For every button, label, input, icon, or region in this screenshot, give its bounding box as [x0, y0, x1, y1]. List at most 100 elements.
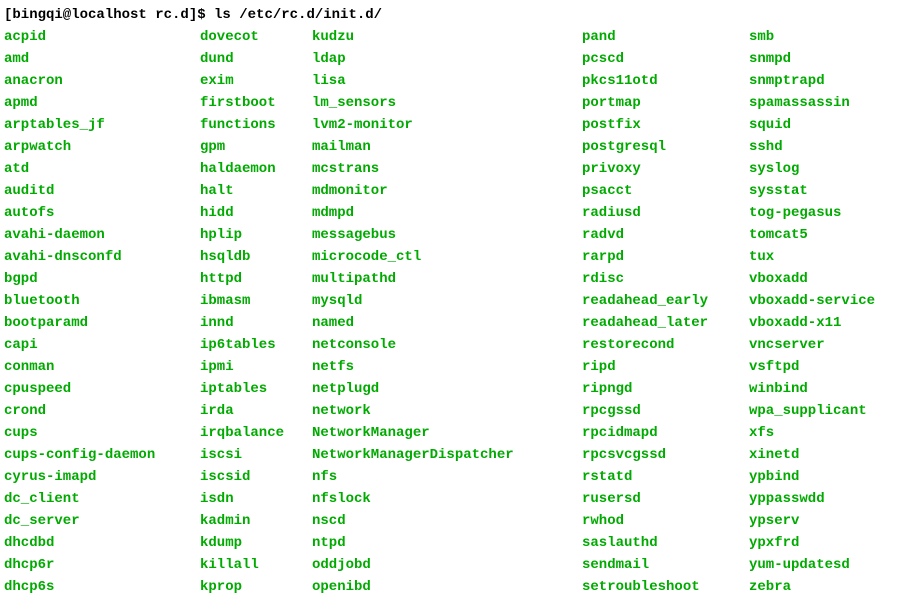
directory-listing: acpidamdanacronapmdarptables_jfarpwatcha… [4, 26, 910, 598]
file-entry: lisa [312, 70, 582, 92]
file-entry: readahead_later [582, 312, 749, 334]
file-entry: bgpd [4, 268, 200, 290]
file-entry: iscsid [200, 466, 312, 488]
file-entry: apmd [4, 92, 200, 114]
file-entry: kadmin [200, 510, 312, 532]
file-entry: sendmail [582, 554, 749, 576]
file-entry: saslauthd [582, 532, 749, 554]
file-entry: ypxfrd [749, 532, 875, 554]
listing-column-3: kudzuldaplisalm_sensorslvm2-monitormailm… [312, 26, 582, 598]
file-entry: acpid [4, 26, 200, 48]
file-entry: ripngd [582, 378, 749, 400]
file-entry: rdisc [582, 268, 749, 290]
file-entry: tux [749, 246, 875, 268]
file-entry: tomcat5 [749, 224, 875, 246]
file-entry: dhcdbd [4, 532, 200, 554]
file-entry: zebra [749, 576, 875, 598]
file-entry: netfs [312, 356, 582, 378]
file-entry: NetworkManager [312, 422, 582, 444]
file-entry: atd [4, 158, 200, 180]
file-entry: ldap [312, 48, 582, 70]
file-entry: avahi-daemon [4, 224, 200, 246]
file-entry: winbind [749, 378, 875, 400]
file-entry: mysqld [312, 290, 582, 312]
file-entry: rwhod [582, 510, 749, 532]
file-entry: cpuspeed [4, 378, 200, 400]
file-entry: vncserver [749, 334, 875, 356]
file-entry: pcscd [582, 48, 749, 70]
file-entry: innd [200, 312, 312, 334]
file-entry: vboxadd [749, 268, 875, 290]
file-entry: lvm2-monitor [312, 114, 582, 136]
file-entry: nfslock [312, 488, 582, 510]
file-entry: nscd [312, 510, 582, 532]
file-entry: network [312, 400, 582, 422]
file-entry: vboxadd-service [749, 290, 875, 312]
file-entry: snmptrapd [749, 70, 875, 92]
file-entry: ibmasm [200, 290, 312, 312]
file-entry: netplugd [312, 378, 582, 400]
file-entry: syslog [749, 158, 875, 180]
file-entry: ip6tables [200, 334, 312, 356]
file-entry: rusersd [582, 488, 749, 510]
file-entry: openibd [312, 576, 582, 598]
file-entry: microcode_ctl [312, 246, 582, 268]
file-entry: nfs [312, 466, 582, 488]
file-entry: kprop [200, 576, 312, 598]
file-entry: rarpd [582, 246, 749, 268]
file-entry: sysstat [749, 180, 875, 202]
file-entry: gpm [200, 136, 312, 158]
file-entry: readahead_early [582, 290, 749, 312]
file-entry: pkcs11otd [582, 70, 749, 92]
shell-prompt: [bingqi@localhost rc.d]$ ls /etc/rc.d/in… [4, 4, 910, 26]
listing-column-5: smbsnmpdsnmptrapdspamassassinsquidsshdsy… [749, 26, 875, 598]
file-entry: oddjobd [312, 554, 582, 576]
file-entry: killall [200, 554, 312, 576]
file-entry: iscsi [200, 444, 312, 466]
file-entry: firstboot [200, 92, 312, 114]
file-entry: arpwatch [4, 136, 200, 158]
file-entry: dc_client [4, 488, 200, 510]
file-entry: ipmi [200, 356, 312, 378]
file-entry: auditd [4, 180, 200, 202]
file-entry: pand [582, 26, 749, 48]
file-entry: privoxy [582, 158, 749, 180]
file-entry: irda [200, 400, 312, 422]
file-entry: mdmonitor [312, 180, 582, 202]
file-entry: rpcsvcgssd [582, 444, 749, 466]
file-entry: halt [200, 180, 312, 202]
file-entry: haldaemon [200, 158, 312, 180]
file-entry: setroubleshoot [582, 576, 749, 598]
file-entry: ypserv [749, 510, 875, 532]
file-entry: tog-pegasus [749, 202, 875, 224]
file-entry: xinetd [749, 444, 875, 466]
file-entry: ypbind [749, 466, 875, 488]
file-entry: yum-updatesd [749, 554, 875, 576]
listing-column-2: dovecotdundeximfirstbootfunctionsgpmhald… [200, 26, 312, 598]
file-entry: bootparamd [4, 312, 200, 334]
file-entry: smb [749, 26, 875, 48]
file-entry: dund [200, 48, 312, 70]
file-entry: irqbalance [200, 422, 312, 444]
listing-column-1: acpidamdanacronapmdarptables_jfarpwatcha… [4, 26, 200, 598]
file-entry: radvd [582, 224, 749, 246]
file-entry: cups [4, 422, 200, 444]
file-entry: bluetooth [4, 290, 200, 312]
file-entry: NetworkManagerDispatcher [312, 444, 582, 466]
file-entry: yppasswdd [749, 488, 875, 510]
file-entry: multipathd [312, 268, 582, 290]
file-entry: anacron [4, 70, 200, 92]
file-entry: iptables [200, 378, 312, 400]
file-entry: mdmpd [312, 202, 582, 224]
file-entry: amd [4, 48, 200, 70]
file-entry: lm_sensors [312, 92, 582, 114]
listing-column-4: pandpcscdpkcs11otdportmappostfixpostgres… [582, 26, 749, 598]
file-entry: capi [4, 334, 200, 356]
file-entry: radiusd [582, 202, 749, 224]
file-entry: dhcp6r [4, 554, 200, 576]
file-entry: mcstrans [312, 158, 582, 180]
file-entry: httpd [200, 268, 312, 290]
file-entry: kudzu [312, 26, 582, 48]
file-entry: wpa_supplicant [749, 400, 875, 422]
file-entry: exim [200, 70, 312, 92]
